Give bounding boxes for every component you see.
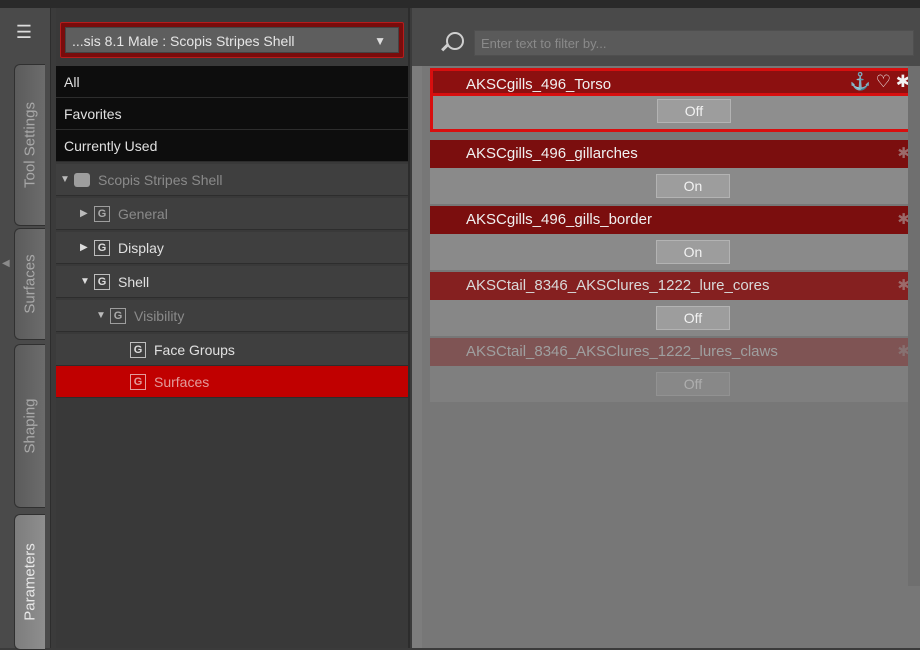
toggle-button[interactable]: On [656, 240, 730, 264]
toggle-button[interactable]: Off [657, 99, 731, 123]
parameter-row-lures-claws: AKSCtail_8346_AKSClures_1222_lures_claws… [430, 338, 918, 402]
group-icon: G [130, 342, 146, 358]
scrollbar[interactable] [908, 66, 920, 586]
parameter-label: AKSCgills_496_Torso [430, 68, 918, 96]
chevron-down-icon: ▼ [374, 34, 386, 48]
group-icon: G [94, 274, 110, 290]
expand-triangle-icon[interactable]: ▼ [96, 300, 106, 332]
group-icon: G [94, 240, 110, 256]
tree-node[interactable]: ▼ Scopis Stripes Shell [56, 164, 408, 196]
vertical-tab-strip: ☰ Tool Settings Surfaces Shaping Paramet… [0, 8, 51, 650]
panel-menu-icon[interactable]: ☰ [10, 20, 38, 44]
parameter-label: AKSCgills_496_gillarches [430, 140, 918, 168]
tree-group-surfaces[interactable]: G Surfaces [56, 366, 408, 398]
parameter-list: AKSCgills_496_Torso ⚓ ♡ ✱ Off AKSCgills_… [422, 66, 920, 648]
toggle-button[interactable]: Off [656, 306, 730, 330]
parameter-label: AKSCgills_496_gills_border [430, 206, 918, 234]
group-icon: G [130, 374, 146, 390]
collapse-triangle-icon[interactable]: ▶ [80, 232, 88, 264]
collapse-arrow-icon[interactable]: ◀ [2, 258, 10, 288]
tree-group-visibility[interactable]: ▼ G Visibility [56, 300, 408, 332]
tab-shaping[interactable]: Shaping [14, 344, 45, 508]
group-icon: G [110, 308, 126, 324]
tree-group-general[interactable]: ▶ G General [56, 198, 408, 230]
parameter-label: AKSCtail_8346_AKSClures_1222_lure_cores [430, 272, 918, 300]
tree-item-all[interactable]: All [56, 66, 408, 98]
filter-input[interactable]: Enter text to filter by... [474, 30, 914, 56]
link-icon[interactable]: ⚓ [850, 72, 871, 91]
group-icon: G [94, 206, 110, 222]
tree-group-face-groups[interactable]: G Face Groups [56, 334, 408, 366]
top-bar [0, 0, 920, 8]
node-selector-dropdown[interactable]: ...sis 8.1 Male : Scopis Stripes Shell ▼ [60, 22, 404, 58]
tree-group-shell[interactable]: ▼ G Shell [56, 266, 408, 298]
tree-item-currently-used[interactable]: Currently Used [56, 130, 408, 162]
heart-icon[interactable]: ♡ [876, 72, 891, 91]
collapse-triangle-icon[interactable]: ▶ [80, 198, 88, 230]
expand-triangle-icon[interactable]: ▼ [80, 266, 90, 298]
tab-tool-settings[interactable]: Tool Settings [14, 64, 45, 226]
parameter-label: AKSCtail_8346_AKSClures_1222_lures_claws [430, 338, 918, 366]
parameter-row-lure-cores: AKSCtail_8346_AKSClures_1222_lure_cores … [430, 272, 918, 336]
parameter-row-gillarches: AKSCgills_496_gillarches ✱ On [430, 140, 918, 204]
parameter-row-torso: AKSCgills_496_Torso ⚓ ♡ ✱ Off [430, 68, 918, 132]
tab-parameters[interactable]: Parameters [14, 514, 45, 650]
node-selector-value: ...sis 8.1 Male : Scopis Stripes Shell [72, 33, 295, 49]
toggle-button[interactable]: Off [656, 372, 730, 396]
expand-triangle-icon[interactable]: ▼ [60, 164, 70, 196]
node-icon [74, 173, 90, 187]
tab-surfaces[interactable]: Surfaces [14, 228, 45, 340]
parameter-row-gills-border: AKSCgills_496_gills_border ✱ On [430, 206, 918, 270]
tree-item-favorites[interactable]: Favorites [56, 98, 408, 130]
search-icon [446, 32, 464, 50]
toggle-button[interactable]: On [656, 174, 730, 198]
property-tree: ...sis 8.1 Male : Scopis Stripes Shell ▼… [56, 8, 410, 648]
tree-group-display[interactable]: ▶ G Display [56, 232, 408, 264]
parameters-panel: Enter text to filter by... AKSCgills_496… [412, 8, 920, 648]
